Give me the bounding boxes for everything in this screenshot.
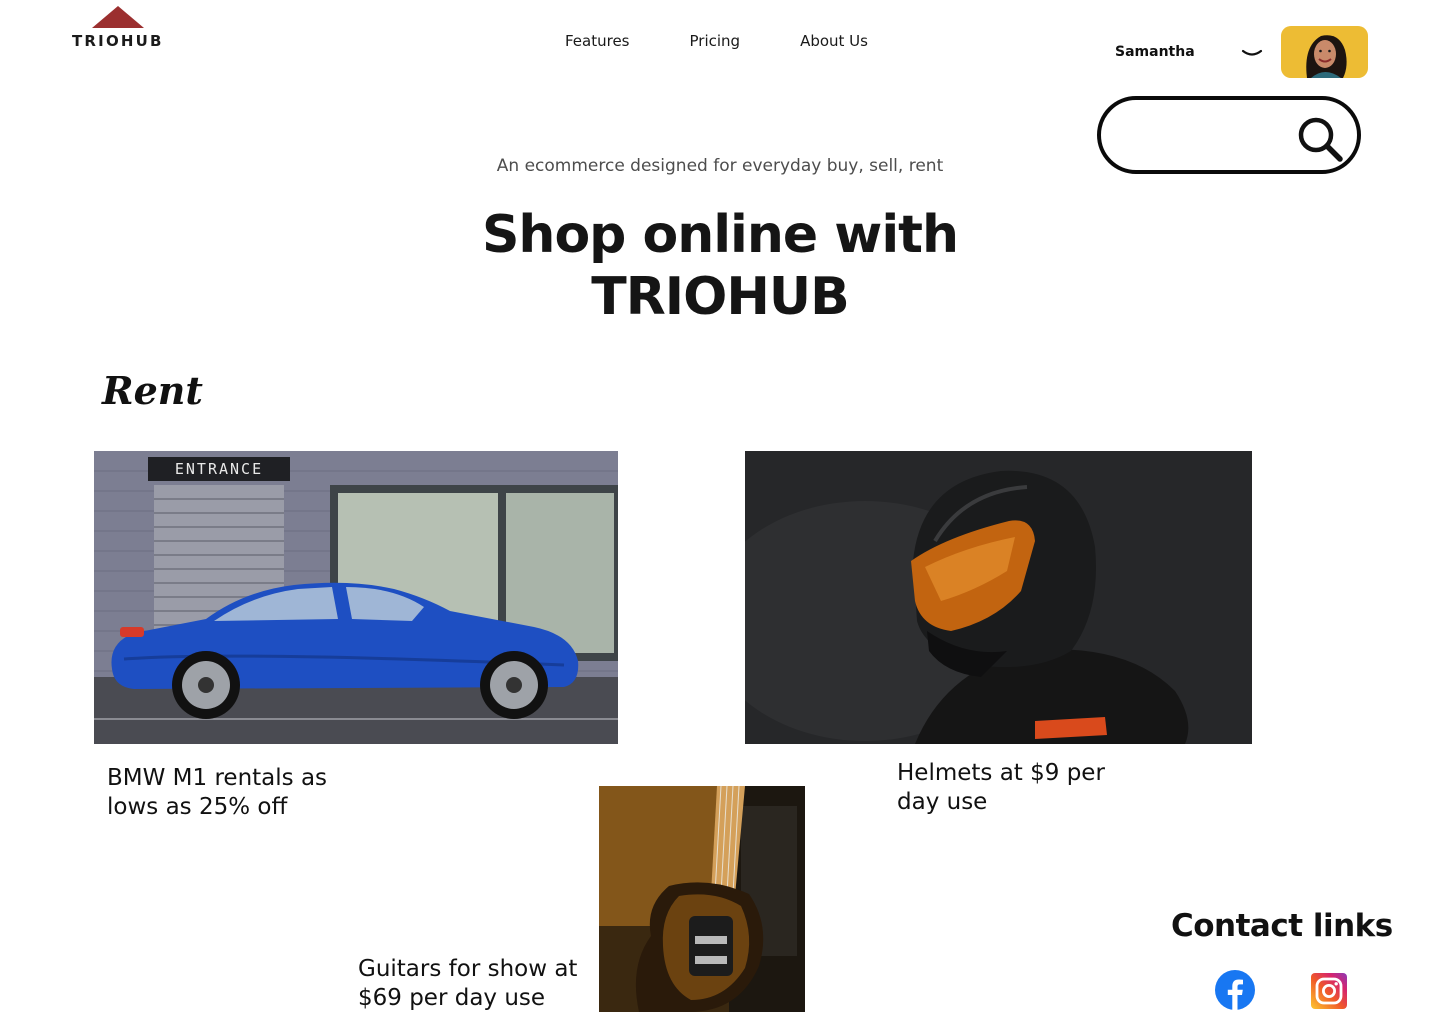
hero-title: Shop online with TRIOHUB: [0, 204, 1440, 328]
chevron-down-icon[interactable]: [1240, 44, 1264, 62]
car-photo: ENTRANCE: [94, 451, 618, 744]
logo-text: TRIOHUB: [72, 32, 164, 50]
bmw-rental-caption[interactable]: BMW M1 rentals as lows as 25% off: [107, 764, 357, 822]
hero-title-line-1: Shop online with: [481, 205, 959, 265]
search-input[interactable]: [1123, 114, 1297, 158]
user-name[interactable]: Samantha: [1115, 44, 1195, 60]
bmw-rental-image[interactable]: ENTRANCE: [94, 451, 618, 744]
logo-roof-icon: [92, 6, 144, 28]
avatar[interactable]: [1281, 26, 1368, 78]
hero-tagline: An ecommerce designed for everyday buy, …: [496, 156, 944, 176]
entrance-sign-text: ENTRANCE: [175, 460, 263, 478]
hero-title-line-2: TRIOHUB: [591, 267, 849, 327]
guitar-rental-caption[interactable]: Guitars for show at $69 per day use: [358, 955, 598, 1013]
instagram-icon[interactable]: [1311, 973, 1347, 1009]
nav-about-us[interactable]: About Us: [800, 32, 868, 50]
contact-links-title: Contact links: [1171, 908, 1393, 944]
guitar-photo: [599, 786, 805, 1012]
helmet-rental-image[interactable]: [745, 451, 1252, 744]
helmet-photo: [745, 451, 1252, 744]
logo[interactable]: TRIOHUB: [70, 6, 166, 52]
main-nav: Features Pricing About Us: [565, 32, 868, 50]
nav-features[interactable]: Features: [565, 32, 630, 50]
helmet-rental-caption[interactable]: Helmets at $9 per day use: [897, 759, 1137, 817]
avatar-photo: [1281, 26, 1368, 78]
nav-pricing[interactable]: Pricing: [690, 32, 741, 50]
facebook-icon[interactable]: [1215, 970, 1255, 1010]
rent-section-title: Rent: [102, 368, 203, 413]
guitar-rental-image[interactable]: [599, 786, 805, 1012]
